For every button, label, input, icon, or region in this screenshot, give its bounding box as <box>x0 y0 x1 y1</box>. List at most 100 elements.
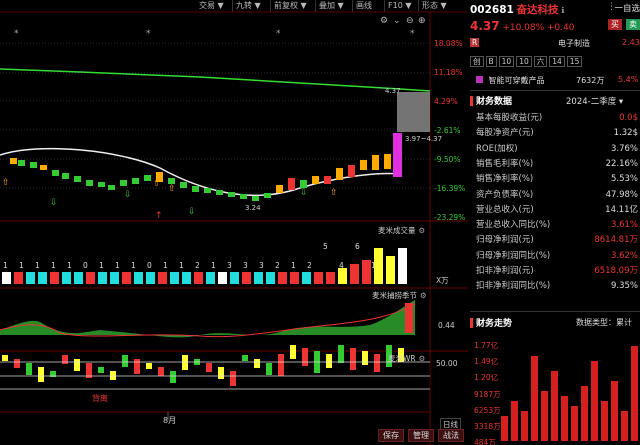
kline-chart-area[interactable]: 交易 ▼ 九转 ▼ 前复权 ▼ 叠加 ▼ 画线 F10 ▼ 形态 ▼ ⚙ ⌄ ⊖… <box>0 0 468 445</box>
finance-row[interactable]: 营业总收入同比(%) 3.61% <box>476 218 640 233</box>
finance-row[interactable]: 资产负债率(%) 47.98% <box>476 188 640 203</box>
tag-chuang[interactable]: 创 <box>470 56 484 67</box>
sell-button[interactable]: 卖 <box>626 19 640 30</box>
stock-header: 002681 奋达科技 ℹ ⋮ 一自选 <box>470 2 640 16</box>
trend-axis-label: 484万 <box>474 438 496 445</box>
period-select[interactable]: 2024-二季度 ▾ <box>566 95 623 107</box>
candle <box>144 175 151 181</box>
finance-row-label: 每股净资产(元) <box>476 128 534 139</box>
candle <box>276 185 283 193</box>
trend-axis-label: 1.49亿 <box>474 357 499 367</box>
volume-count: 1 <box>35 261 40 270</box>
candle <box>372 155 379 170</box>
concept-pct: 5.4% <box>618 75 639 84</box>
volume-count: 3 <box>259 261 264 270</box>
svg-text:⇧: ⇧ <box>153 179 161 189</box>
volume-count: 5 <box>323 242 328 251</box>
volume-count: 1 <box>19 261 24 270</box>
volume-bar <box>206 272 215 284</box>
candle <box>30 162 37 168</box>
candle <box>62 173 69 179</box>
finance-row[interactable]: 每股净资产(元) 1.32$ <box>476 126 640 141</box>
volume-bar <box>182 272 191 284</box>
finance-row[interactable]: 扣非净利润同比(%) 9.35% <box>476 279 640 294</box>
finance-row-value: 5.53% <box>610 174 638 185</box>
svg-text:*: * <box>146 29 151 39</box>
data-type-label[interactable]: 数据类型：累计 <box>576 317 632 328</box>
price-axis-7: -23.29% <box>434 213 466 222</box>
strategy-button[interactable]: 战法 <box>438 429 464 442</box>
candle <box>98 182 105 187</box>
ma-top-label: 4.37 <box>385 87 401 95</box>
volume-count: 1 <box>51 261 56 270</box>
concept-row[interactable]: 智能可穿戴产品 7632万 5.4% <box>470 75 640 87</box>
tag-10b[interactable]: 10 <box>516 56 532 67</box>
trend-bar <box>621 411 628 441</box>
candle <box>120 180 127 186</box>
candle <box>180 182 187 188</box>
wr-bar <box>38 367 44 382</box>
finance-row[interactable]: 基本每股收益(元) 0.0$ <box>476 111 640 126</box>
volume-bar <box>26 272 35 284</box>
finance-row-label: 扣非净利润同比(%) <box>476 281 551 292</box>
tag-liu[interactable]: 六 <box>533 56 548 67</box>
wr-bar <box>62 355 68 364</box>
volume-count: 6 <box>355 242 360 251</box>
low-label: 3.24 <box>245 204 261 212</box>
wr-bar <box>98 367 104 373</box>
volume-panel-title: 麦米成交量 ⚙ <box>378 226 426 235</box>
trend-chart <box>501 346 638 441</box>
finance-row-label: 基本每股收益(元) <box>476 113 543 123</box>
trend-axis-label: 3318万 <box>474 422 501 431</box>
trend-bar <box>631 346 638 441</box>
volume-count: 1 <box>371 261 376 270</box>
volume-bar <box>38 272 47 284</box>
sector-name[interactable]: 电子制造 <box>558 38 590 49</box>
finance-row[interactable]: 营业总收入(元) 14.11亿 <box>476 203 640 218</box>
finance-row[interactable]: 销售净利率(%) 5.53% <box>476 172 640 187</box>
candle <box>18 160 25 166</box>
volume-count: 1 <box>179 261 184 270</box>
svg-text:⇩: ⇩ <box>50 198 58 208</box>
candle <box>288 178 295 190</box>
volume-bar <box>278 272 287 284</box>
price-axis-5: -9.50% <box>434 155 461 164</box>
tag-14[interactable]: 14 <box>549 56 565 67</box>
finance-title: 财务数据 <box>476 97 513 107</box>
save-button[interactable]: 保存 <box>378 429 404 442</box>
wr-bar <box>146 363 152 369</box>
volume-count: 1 <box>115 261 120 270</box>
buy-button[interactable]: 买 <box>608 19 622 30</box>
finance-row-value: 3.62% <box>610 250 638 261</box>
finance-row[interactable]: 归母净利润同比(%) 3.62% <box>476 249 640 264</box>
trend-bar <box>531 356 538 441</box>
change-abs: +0.40 <box>546 23 575 33</box>
tag-10a[interactable]: 10 <box>498 56 515 67</box>
wr-value: 50.00 <box>436 359 458 368</box>
wr-bar <box>290 345 296 359</box>
candle <box>228 192 235 197</box>
finance-row[interactable]: 扣非净利润(元) 6518.09万 <box>476 264 640 279</box>
finance-section-marker <box>470 96 473 106</box>
finance-row[interactable]: ROE(加权) 3.76% <box>476 142 640 157</box>
volume-bar <box>314 272 323 284</box>
candle <box>86 180 93 186</box>
volume-count: 1 <box>211 261 216 270</box>
volume-bar <box>62 272 71 284</box>
finance-row-value: 6518.09万 <box>594 266 638 276</box>
manage-button[interactable]: 管理 <box>408 429 434 442</box>
candle <box>204 188 211 193</box>
tag-b[interactable]: B <box>485 56 497 67</box>
settings-icon: ⚙ <box>380 16 388 26</box>
volume-bar <box>194 272 203 284</box>
wr-bar <box>266 363 272 375</box>
finance-row[interactable]: 销售毛利率(%) 22.16% <box>476 157 640 172</box>
candle <box>192 186 199 192</box>
tag-15[interactable]: 15 <box>566 56 583 67</box>
change-pct: +10.08% <box>502 23 545 33</box>
finance-row[interactable]: 归母净利润(元) 8614.81万 <box>476 233 640 248</box>
watchlist-button[interactable]: 一自选 <box>614 2 640 14</box>
volume-count: 3 <box>243 261 248 270</box>
volume-bar <box>218 272 227 284</box>
info-icon[interactable]: ℹ <box>561 6 564 15</box>
